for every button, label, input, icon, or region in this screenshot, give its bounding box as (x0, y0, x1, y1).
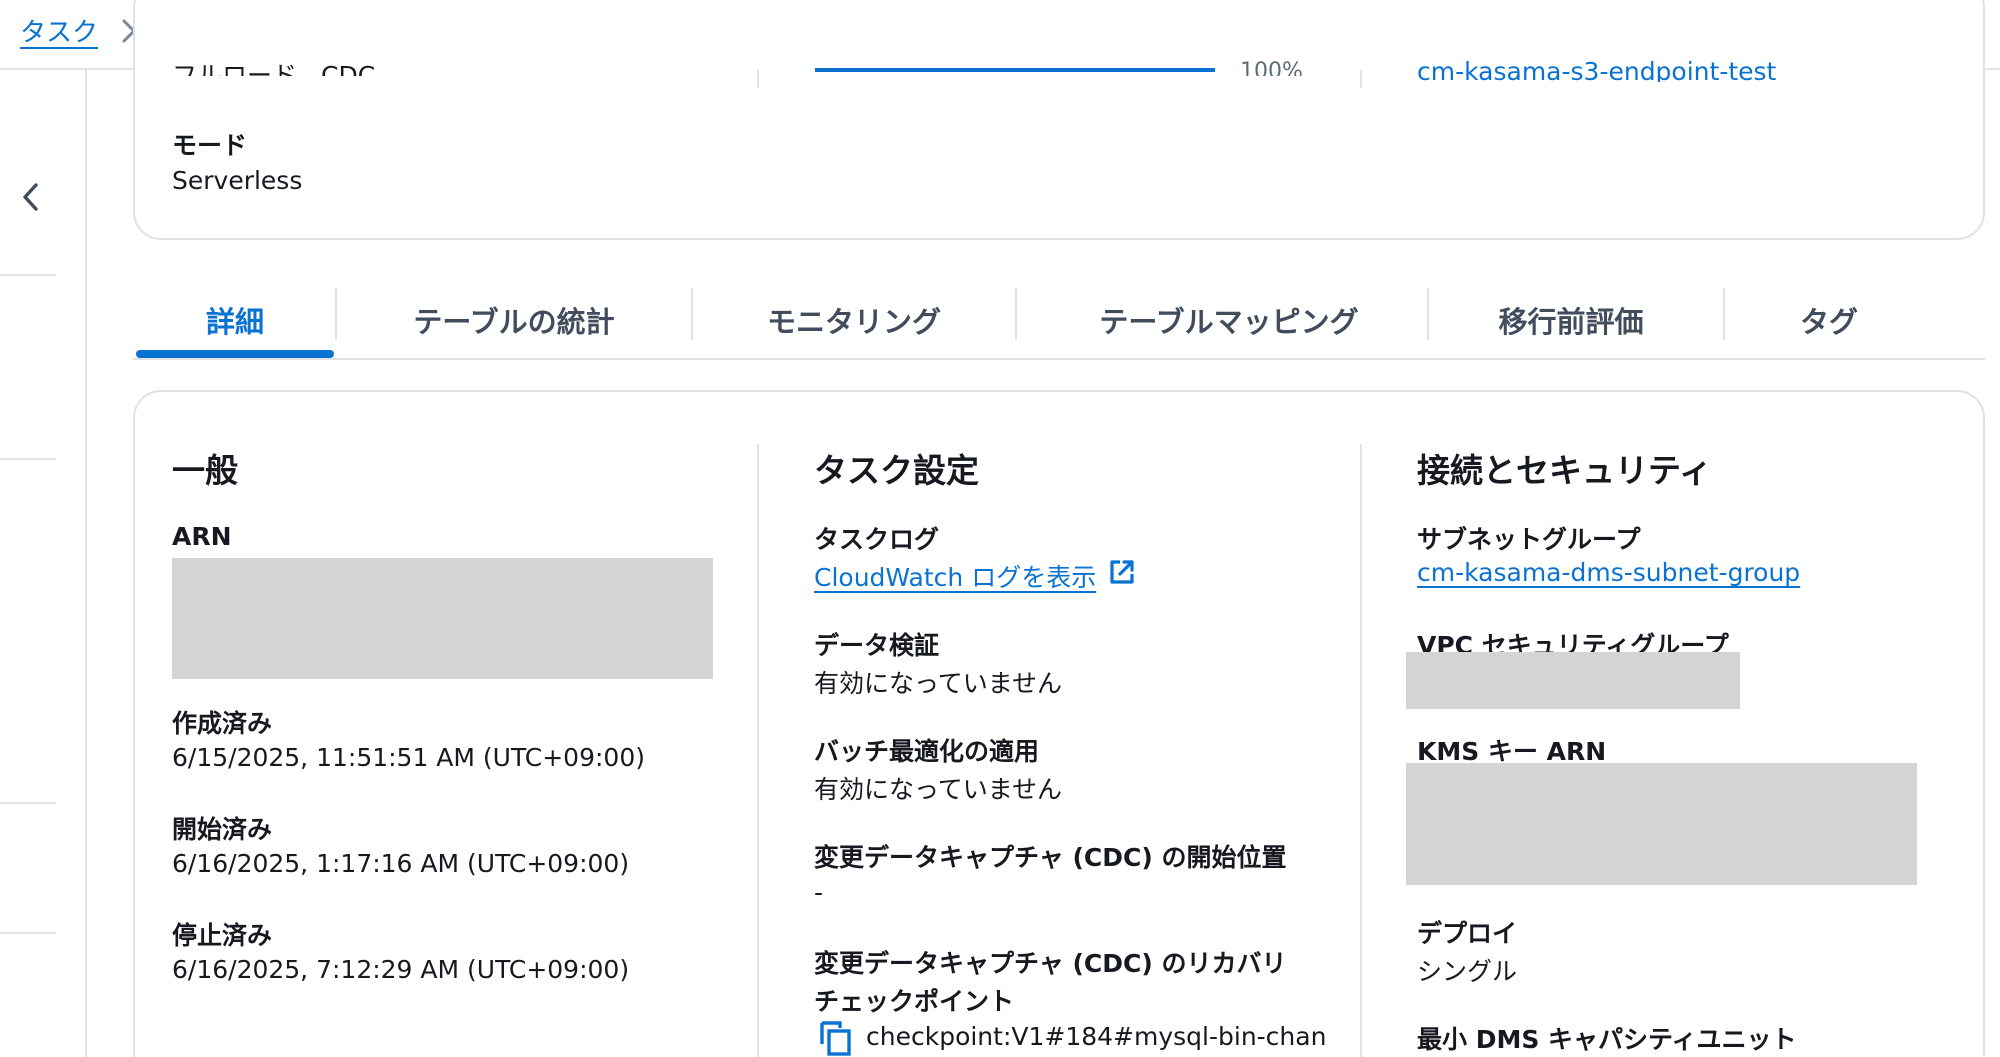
started-value: 6/16/2025, 1:17:16 AM (UTC+09:00) (172, 849, 630, 878)
redacted-kms-key-value (1406, 763, 1917, 885)
general-title: 一般 (172, 451, 238, 490)
cdc-start-position-value: - (814, 878, 824, 907)
task-log-label: タスクログ (814, 525, 940, 554)
column-divider (757, 444, 759, 1057)
arn-label: ARN (172, 522, 232, 551)
cdc-recovery-label-line1: 変更データキャプチャ (CDC) のリカバリ (814, 949, 1287, 978)
mode-value: Serverless (172, 166, 303, 195)
stopped-label: 停止済み (172, 921, 273, 950)
side-navigation-rail (0, 70, 87, 1057)
batch-optimization-value: 有効になっていません (814, 775, 1063, 804)
tab-details[interactable]: 詳細 (136, 282, 334, 358)
progress-bar (815, 68, 1215, 72)
rail-divider (0, 458, 56, 460)
progress-percent: 100% (1240, 59, 1303, 76)
external-link-icon[interactable] (1108, 558, 1136, 586)
cdc-recovery-checkpoint-value: checkpoint:V1#184#mysql-bin-chan (866, 1022, 1327, 1051)
active-tab-indicator (136, 350, 334, 358)
cdc-start-position-label: 変更データキャプチャ (CDC) の開始位置 (814, 843, 1287, 872)
redacted-security-group-value (1406, 652, 1740, 709)
mode-label: モード (172, 131, 248, 160)
breadcrumb-tasks-link[interactable]: タスク (20, 12, 98, 49)
deployment-value: シングル (1417, 957, 1518, 986)
column-divider (1360, 444, 1362, 1057)
deployment-label: デプロイ (1417, 919, 1518, 948)
tab-table-mappings[interactable]: テーブルマッピング (1017, 282, 1441, 358)
subnet-group-link[interactable]: cm-kasama-dms-subnet-group (1417, 558, 1800, 587)
min-dcu-label: 最小 DMS キャパシティユニット (1417, 1025, 1797, 1054)
stopped-value: 6/16/2025, 7:12:29 AM (UTC+09:00) (172, 955, 630, 984)
cloudwatch-logs-link[interactable]: CloudWatch ログを表示 (814, 558, 1096, 594)
tab-premigration-assessment[interactable]: 移行前評価 (1429, 282, 1713, 358)
created-label: 作成済み (172, 709, 273, 738)
connection-security-title: 接続とセキュリティ (1417, 451, 1713, 490)
tab-table-statistics[interactable]: テーブルの統計 (337, 282, 691, 358)
column-divider (757, 70, 759, 88)
detail-tabs: 詳細 テーブルの統計 モニタリング テーブルマッピング 移行前評価 タグ (133, 282, 1985, 360)
redacted-arn-value (172, 558, 713, 679)
tab-monitoring[interactable]: モニタリング (693, 282, 1015, 358)
migration-type-value: フルロード、CDC (172, 61, 376, 76)
tab-tags[interactable]: タグ (1725, 282, 1933, 358)
started-label: 開始済み (172, 815, 273, 844)
rail-divider (0, 802, 56, 804)
created-value: 6/15/2025, 11:51:51 AM (UTC+09:00) (172, 743, 645, 772)
copy-icon[interactable] (818, 1020, 852, 1056)
target-endpoint-link[interactable]: cm-kasama-s3-endpoint-test (1417, 52, 1776, 82)
subnet-group-label: サブネットグループ (1417, 525, 1641, 554)
task-summary-card (133, 0, 1985, 240)
rail-divider (0, 932, 56, 934)
data-validation-label: データ検証 (814, 631, 940, 660)
task-settings-title: タスク設定 (814, 451, 979, 490)
chevron-left-icon[interactable] (18, 180, 44, 214)
data-validation-value: 有効になっていません (814, 669, 1063, 698)
batch-optimization-label: バッチ最適化の適用 (814, 737, 1040, 766)
cdc-recovery-label-line2: チェックポイント (814, 987, 1015, 1016)
rail-divider (0, 274, 56, 276)
column-divider (1360, 70, 1362, 88)
